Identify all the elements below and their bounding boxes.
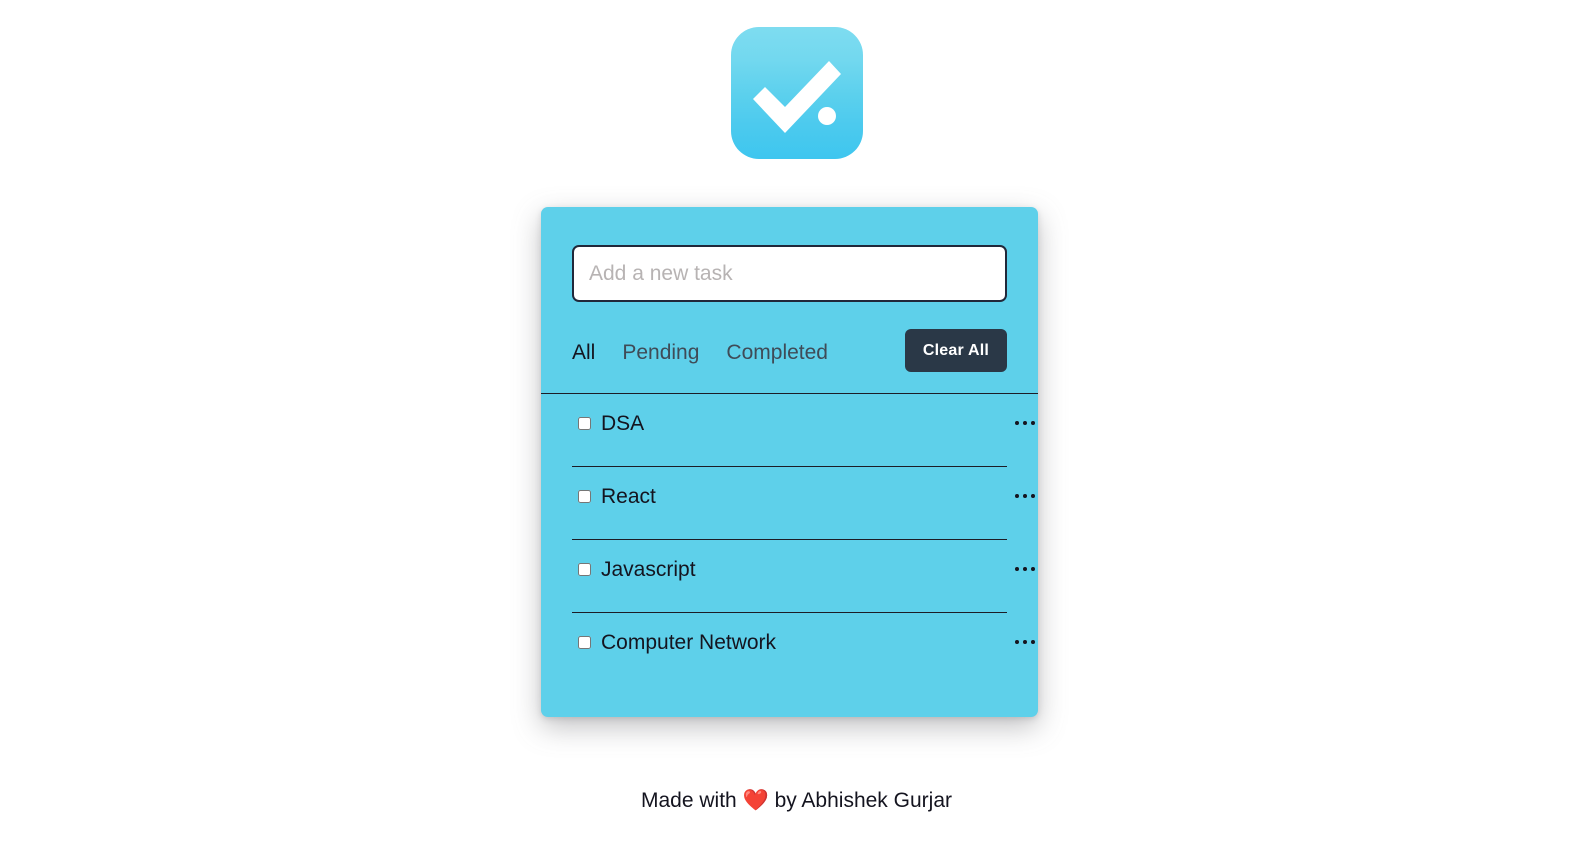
list-item: Javascript bbox=[541, 540, 1038, 613]
task-label: React bbox=[601, 484, 656, 508]
ellipsis-icon[interactable] bbox=[1012, 485, 1038, 507]
todo-card: All Pending Completed Clear All DSA bbox=[541, 207, 1038, 717]
filters-row: All Pending Completed Clear All bbox=[572, 329, 1007, 376]
task-checkbox[interactable] bbox=[578, 416, 591, 430]
dot bbox=[1023, 640, 1027, 644]
dot bbox=[1031, 494, 1035, 498]
new-task-input[interactable] bbox=[572, 245, 1007, 302]
list-item: Computer Network bbox=[541, 613, 1038, 686]
dot bbox=[1015, 494, 1019, 498]
dot bbox=[1023, 494, 1027, 498]
task-row[interactable]: Javascript bbox=[572, 540, 1007, 598]
footer-prefix: Made with bbox=[641, 789, 737, 812]
filter-pending[interactable]: Pending bbox=[622, 342, 699, 363]
filter-tabs: All Pending Completed bbox=[572, 329, 828, 376]
dot bbox=[1031, 567, 1035, 571]
footer-suffix: by Abhishek Gurjar bbox=[774, 789, 952, 812]
task-checkbox[interactable] bbox=[578, 562, 591, 576]
task-label: Javascript bbox=[601, 557, 696, 581]
heart-icon: ❤️ bbox=[742, 789, 769, 812]
dot bbox=[1031, 640, 1035, 644]
task-checkbox[interactable] bbox=[578, 489, 591, 503]
dot bbox=[1015, 640, 1019, 644]
filter-completed[interactable]: Completed bbox=[726, 342, 828, 363]
ellipsis-icon[interactable] bbox=[1012, 631, 1038, 653]
dot bbox=[1023, 421, 1027, 425]
check-circle-dot-icon bbox=[752, 61, 841, 133]
task-checkbox[interactable] bbox=[578, 635, 591, 649]
dot bbox=[1031, 421, 1035, 425]
footer-credit: Made with ❤️ by Abhishek Gurjar bbox=[0, 789, 1593, 813]
dot bbox=[1023, 567, 1027, 571]
task-label: Computer Network bbox=[601, 630, 777, 654]
task-list: DSA React Javascript Computer Network bbox=[541, 394, 1038, 686]
filter-all[interactable]: All bbox=[572, 342, 595, 363]
dot bbox=[1015, 567, 1019, 571]
ellipsis-icon[interactable] bbox=[1012, 412, 1038, 434]
task-row[interactable]: DSA bbox=[572, 394, 1007, 452]
task-row[interactable]: Computer Network bbox=[572, 613, 1007, 671]
app-root: All Pending Completed Clear All DSA bbox=[0, 0, 1593, 851]
dot bbox=[1015, 421, 1019, 425]
list-item: DSA bbox=[541, 394, 1038, 467]
logo-container bbox=[0, 27, 1593, 159]
clear-all-button[interactable]: Clear All bbox=[904, 329, 1007, 372]
task-label: DSA bbox=[601, 411, 645, 435]
app-logo-tile bbox=[730, 27, 863, 159]
task-row[interactable]: React bbox=[572, 467, 1007, 525]
ellipsis-icon[interactable] bbox=[1012, 558, 1038, 580]
list-item: React bbox=[541, 467, 1038, 540]
